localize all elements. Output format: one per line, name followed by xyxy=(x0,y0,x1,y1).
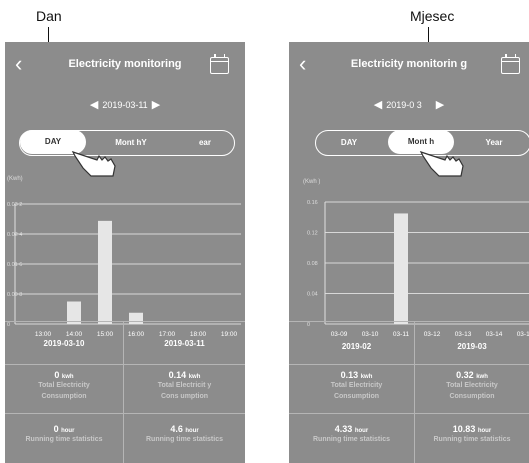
summary-current-runtime: 10.83 hour Running time statistics xyxy=(415,424,529,445)
x-tick-label: 16:00 xyxy=(128,331,145,338)
summary-prev-runtime: 4.33 hour Running time statistics xyxy=(289,424,414,445)
consumption-label-2: Consumption xyxy=(449,393,495,400)
summary-prev-consumption: 0 kwh Total Electricity Consumption xyxy=(5,370,123,402)
summary-divider-1 xyxy=(5,364,245,365)
calendar-icon[interactable] xyxy=(210,54,229,74)
summary-current-runtime: 4.6 hour Running time statistics xyxy=(124,424,245,445)
summary-divider-top xyxy=(5,321,245,322)
tab-year[interactable]: ear xyxy=(180,131,230,154)
consumption-label-1: Total Electricity xyxy=(38,382,90,389)
summary-prev-consumption: 0.13 kwh Total Electricity Consumption xyxy=(299,370,414,402)
consumption-value: 0.32 xyxy=(456,370,474,380)
consumption-label-1: Total Electricity xyxy=(446,382,498,389)
y-tick-label: 0.12 xyxy=(307,231,318,237)
runtime-value: 0 xyxy=(53,424,59,434)
date-navigator: ◀ 2019-0 3 ▶ xyxy=(289,98,529,111)
page-title: Electricity monitoring xyxy=(68,58,182,70)
x-tick-label: 03-09 xyxy=(331,331,348,338)
period-tabs: DAY Mont hY ear xyxy=(19,130,235,156)
caption-month: Mjesec xyxy=(410,8,455,24)
next-date-icon[interactable]: ▶ xyxy=(152,99,160,111)
runtime-value: 4.33 xyxy=(334,424,353,434)
current-date: 2019-0 3 xyxy=(386,100,422,110)
bar-15:00 xyxy=(98,220,112,324)
runtime-value: 10.83 xyxy=(452,424,476,434)
summary-current-consumption: 0.32 kwh Total Electricity Consumption xyxy=(415,370,529,402)
runtime-label: Running time statistics xyxy=(145,436,223,443)
month-chart: 0.16 0.12 0.08 0.04 0 03-09 03-10 03-11 03-12 03-… xyxy=(307,200,529,338)
x-tick-label: 03-11 xyxy=(393,331,410,338)
current-date: 2019-03-11 xyxy=(102,100,148,110)
consumption-label-2: Cons umption xyxy=(160,393,209,400)
month-chart-plot: 0.16 0.12 0.08 0.04 0 03-09 03-10 03-11 03-12 03-… xyxy=(307,200,529,338)
y-tick-label: 0.08 xyxy=(307,261,318,267)
runtime-label: Running time statistics xyxy=(25,436,103,443)
pointing-hand-icon xyxy=(71,150,116,177)
date-navigator: ◀ 2019-03-11 ▶ xyxy=(5,98,245,111)
consumption-label-2: Consumption xyxy=(333,393,380,400)
summary-divider-top xyxy=(289,321,529,322)
pointing-hand-icon xyxy=(419,150,464,177)
day-chart-plot: 0.03 20.02 40.01 60.00 8013:00 14:00 15:00… xyxy=(7,202,241,338)
day-chart: 0.03 20.02 40.01 60.00 8013:00 14:00 15:00… xyxy=(7,202,241,338)
summary-divider-2 xyxy=(5,413,245,414)
bar-16:00 xyxy=(129,312,143,324)
y-tick-label: 0.04 xyxy=(307,292,318,298)
header: ‹ Electricity monitorin g xyxy=(289,48,529,80)
consumption-label-1: Total Electricit y xyxy=(157,382,212,389)
caption-day: Dan xyxy=(36,8,62,24)
phone-month-view: ‹ Electricity monitorin g ◀ 2019-0 3 ▶ DAY… xyxy=(289,42,529,463)
summary-divider-2 xyxy=(289,413,529,414)
x-tick-label: 03-12 xyxy=(424,331,441,338)
prev-date-icon[interactable]: ◀ xyxy=(374,99,382,111)
summary-prev-date: 2019-02 xyxy=(341,342,372,351)
y-tick-label: 0 xyxy=(7,322,10,328)
x-tick-label: 03-10 xyxy=(362,331,379,338)
x-tick-label: 14:00 xyxy=(66,331,83,338)
tab-year[interactable]: Year xyxy=(466,131,522,154)
bar-03-11 xyxy=(394,213,408,324)
x-tick-label: 13:00 xyxy=(35,331,52,338)
summary-current-date: 2019-03-11 xyxy=(164,339,205,348)
x-tick-label: 03-15 xyxy=(517,331,529,338)
y-tick-label: 0 xyxy=(307,322,310,328)
summary-current-date: 2019-03 xyxy=(457,342,487,351)
summary-prev-date: 2019-03-10 xyxy=(43,339,85,348)
summary-prev-runtime: 0 hour Running time statistics xyxy=(5,424,123,445)
runtime-label: Running time statistics xyxy=(312,436,390,443)
summary-divider-1 xyxy=(289,364,529,365)
consumption-value: 0.13 xyxy=(340,370,359,380)
x-tick-label: 18:00 xyxy=(190,331,207,338)
y-tick-label: 0.16 xyxy=(307,200,318,206)
prev-date-icon[interactable]: ◀ xyxy=(90,99,98,111)
phone-day-view: ‹ Electricity monitoring ◀ 2019-03-11 ▶ DA… xyxy=(5,42,245,463)
summary-current-consumption: 0.14 kwh Total Electricit y Cons umption xyxy=(124,370,245,402)
header: ‹ Electricity monitoring xyxy=(5,48,245,80)
x-tick-label: 03-14 xyxy=(486,331,503,338)
calendar-icon[interactable] xyxy=(501,54,520,74)
consumption-label-2: Consumption xyxy=(41,393,87,400)
x-tick-label: 17:00 xyxy=(159,331,176,338)
consumption-value: 0.14 xyxy=(168,370,187,380)
x-tick-label: 19:00 xyxy=(221,331,238,338)
runtime-label: Running time statistics xyxy=(433,436,511,443)
consumption-value: 0 xyxy=(54,370,60,380)
consumption-label-1: Total Electricity xyxy=(330,382,383,389)
x-tick-label: 03-13 xyxy=(455,331,472,338)
page-title: Electricity monitorin g xyxy=(350,58,468,70)
next-date-icon[interactable]: ▶ xyxy=(436,99,444,111)
x-tick-label: 15:00 xyxy=(97,331,114,338)
runtime-value: 4.6 xyxy=(170,424,183,434)
tab-day[interactable]: DAY xyxy=(316,131,382,154)
